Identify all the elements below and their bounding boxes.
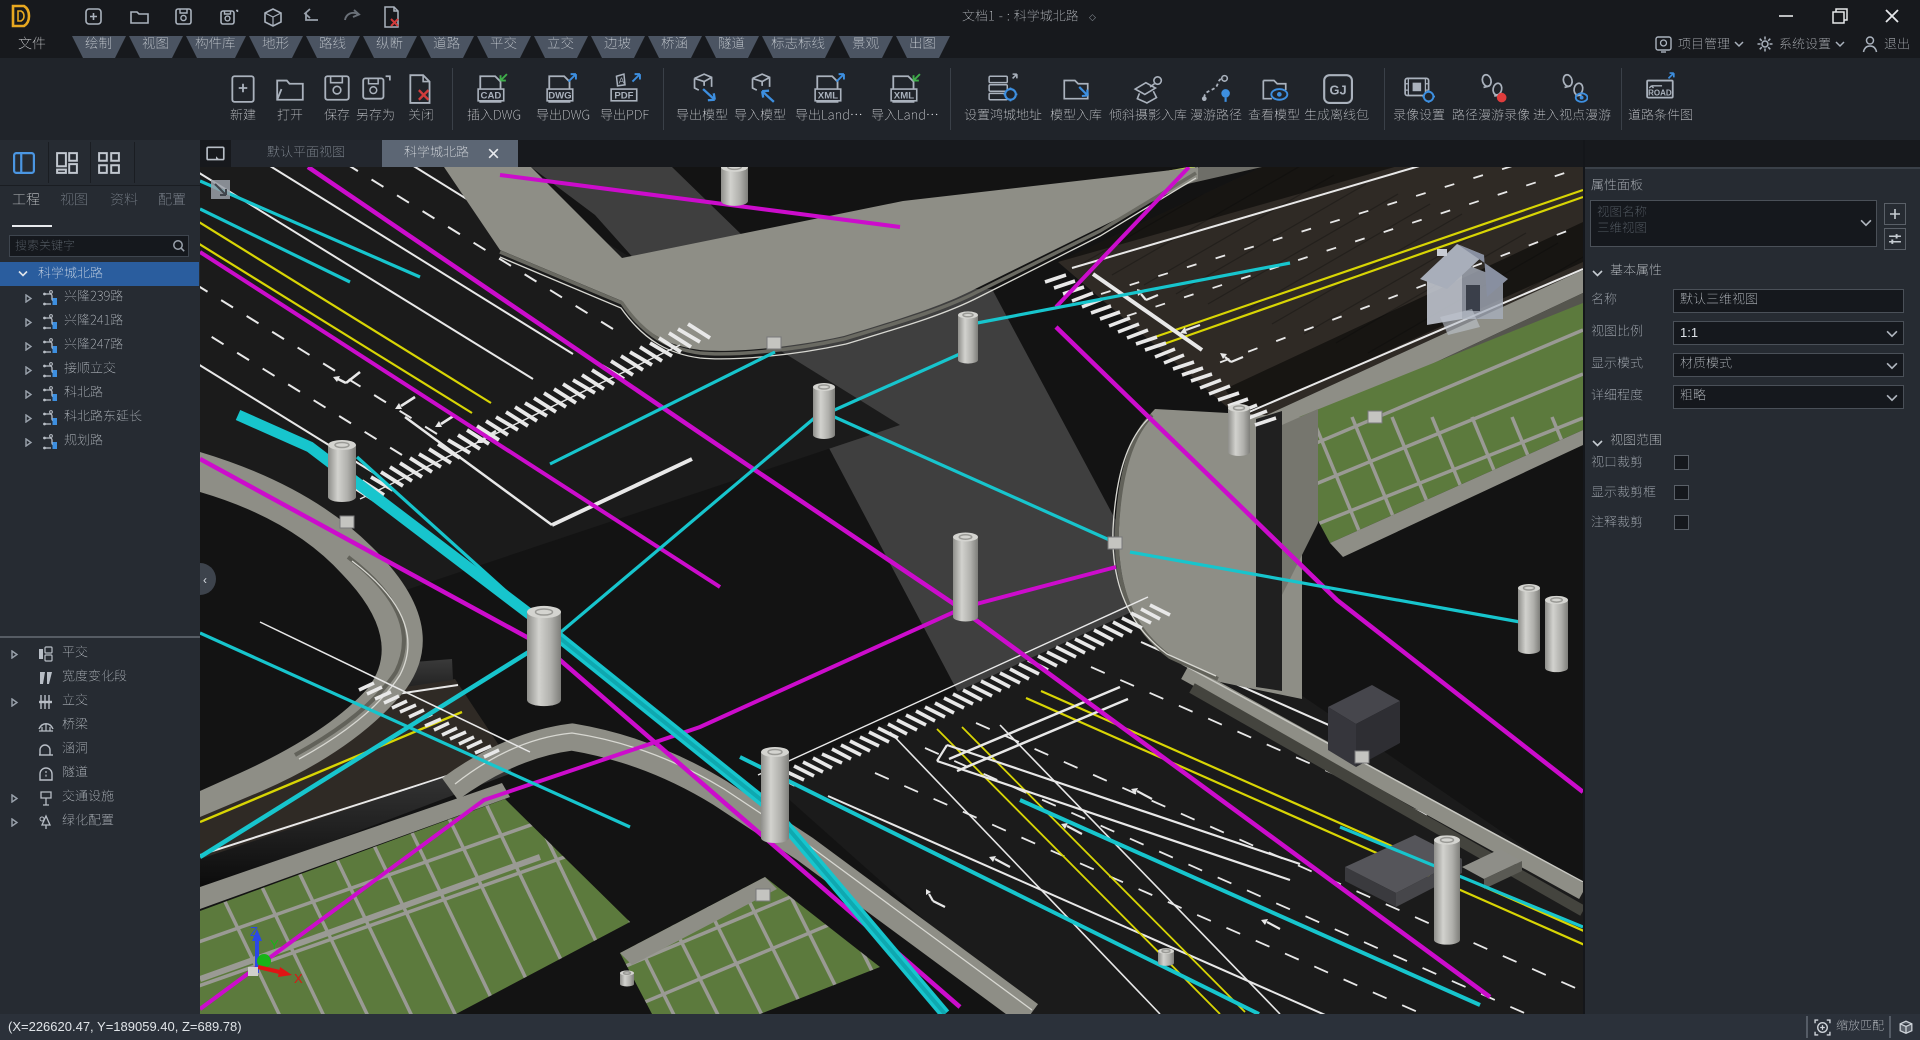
svg-text:PDF: PDF <box>614 91 633 102</box>
svg-text:A: A <box>619 76 625 86</box>
svg-text:‹: ‹ <box>203 573 207 587</box>
svg-text:Y: Y <box>270 937 279 952</box>
svg-text:ROAD: ROAD <box>1648 88 1672 97</box>
svg-text:GJ: GJ <box>1330 82 1347 97</box>
svg-text:XML: XML <box>894 91 914 102</box>
svg-text:Z: Z <box>250 924 258 939</box>
svg-text:XML: XML <box>818 91 838 102</box>
svg-text:DWG: DWG <box>548 91 571 102</box>
svg-text:X: X <box>294 971 303 986</box>
svg-text:CAD: CAD <box>481 91 502 102</box>
